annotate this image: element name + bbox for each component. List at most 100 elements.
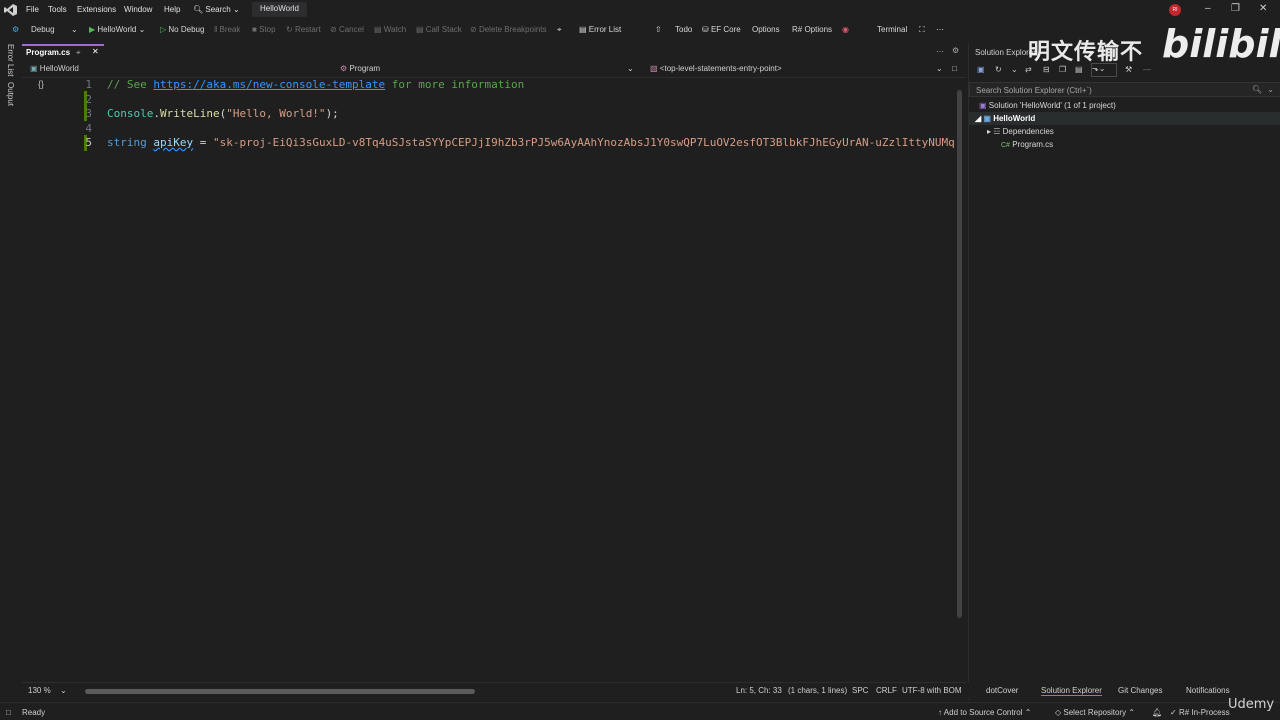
chevron-down-icon[interactable]: ⌄ xyxy=(627,64,634,73)
resharper-icon[interactable]: ◉ xyxy=(842,25,849,34)
tree-item-project[interactable]: ◢ ▣ HelloWorld xyxy=(975,114,1035,123)
comment-link[interactable]: https://aka.ms/new-console-template xyxy=(153,78,385,91)
menu-window[interactable]: Window xyxy=(124,5,152,14)
run-button[interactable]: ▶ HelloWorld ⌄ xyxy=(89,25,145,34)
close-button[interactable]: ✕ xyxy=(1259,3,1267,14)
class-selector[interactable]: ⚙ Program xyxy=(340,64,380,73)
more-icon[interactable]: ⋯ xyxy=(936,25,944,34)
menu-tools[interactable]: Tools xyxy=(48,5,67,14)
watch-label: Watch xyxy=(383,25,407,34)
collapse-all-icon[interactable]: ⊟ xyxy=(1043,65,1050,74)
expanded-chevron-icon: ◢ xyxy=(975,114,982,123)
solution-name-badge[interactable]: HelloWorld xyxy=(252,2,307,17)
comment-text: for more information xyxy=(385,78,525,91)
comment-text: // See xyxy=(107,78,154,91)
options-button[interactable]: Options xyxy=(752,25,780,34)
chevron-down-icon[interactable]: ⌄ xyxy=(1267,85,1274,94)
todo-button[interactable]: Todo xyxy=(675,25,692,34)
scrollbar-thumb[interactable] xyxy=(957,90,962,618)
project-selector[interactable]: ▣ HelloWorld xyxy=(30,64,79,73)
vertical-scrollbar[interactable] xyxy=(955,78,964,680)
whitespace-mode[interactable]: SPC xyxy=(852,686,868,695)
chevron-down-icon[interactable]: ⌄ xyxy=(71,25,78,34)
run-without-debug-button[interactable]: ▷ No Debug xyxy=(160,25,204,34)
editor-tab-strip: Program.cs ⌖ ✕ ⋯ ⚙ xyxy=(22,44,966,60)
ef-core-button[interactable]: ⛁ EF Core xyxy=(702,25,741,34)
cursor-position[interactable]: Ln: 5, Ch: 33 xyxy=(736,686,782,695)
stop-button[interactable]: ■ Stop xyxy=(252,25,276,34)
menu-help[interactable]: Help xyxy=(164,5,180,14)
output-side-tab[interactable]: Output xyxy=(6,82,15,106)
watch-button[interactable]: ▤ Watch xyxy=(374,25,406,34)
tab-solution-explorer[interactable]: Solution Explorer xyxy=(1041,686,1102,696)
csharp-file-icon: C# xyxy=(1001,142,1010,149)
wrench-icon[interactable]: ⚒ xyxy=(1125,65,1132,74)
search-menu[interactable]: 🔍︎ Search ⌄ xyxy=(193,5,240,14)
cancel-button[interactable]: ⊘ Cancel xyxy=(330,25,364,34)
menu-extensions[interactable]: Extensions xyxy=(77,5,116,14)
class-icon: ⚙ xyxy=(340,64,348,73)
tab-notifications[interactable]: Notifications xyxy=(1186,686,1230,695)
pin-icon[interactable]: ⌖ xyxy=(76,48,81,58)
line-ending[interactable]: CRLF xyxy=(876,686,897,695)
chevron-down-icon[interactable]: ⌄ xyxy=(1011,65,1018,74)
tab-program-cs[interactable]: Program.cs ⌖ ✕ xyxy=(22,44,104,60)
repository-label: Select Repository xyxy=(1063,708,1127,717)
config-select[interactable]: Debug xyxy=(31,25,55,34)
solution-bottom-tabs: dotCover Solution Explorer Git Changes N… xyxy=(968,682,1280,698)
maximize-button[interactable]: ❐ xyxy=(1231,3,1240,14)
call-stack-button[interactable]: ▤ Call Stack xyxy=(416,25,462,34)
visual-studio-logo-icon[interactable] xyxy=(4,4,17,16)
code-editor[interactable]: {} 1 2 3 4 5 // See https://aka.ms/new-c… xyxy=(22,78,955,680)
break-button[interactable]: ‖ Break xyxy=(214,25,240,34)
error-list-button[interactable]: ▤ Error List xyxy=(579,25,621,34)
resharper-status[interactable]: ✓ R# In-Process xyxy=(1170,708,1230,717)
tree-item-program-cs[interactable]: C# Program.cs xyxy=(1001,140,1053,149)
tab-git-changes[interactable]: Git Changes xyxy=(1118,686,1162,695)
chevron-down-icon[interactable]: ⌄ xyxy=(60,686,67,695)
fullscreen-icon[interactable]: ⛶ xyxy=(919,25,925,35)
bilibili-logo: bilibili xyxy=(1162,22,1280,66)
delete-breakpoints-button[interactable]: ⊘ Delete Breakpoints xyxy=(470,25,547,34)
source-control-button[interactable]: ↑ Add to Source Control ⌃ xyxy=(938,708,1031,717)
zoom-select[interactable]: 130 % xyxy=(28,686,51,695)
code-line-3[interactable]: Console.WriteLine("Hello, World!"); xyxy=(107,107,339,120)
preview-icon[interactable]: — xyxy=(1143,65,1151,74)
tree-item-dependencies[interactable]: ▸ ☲ Dependencies xyxy=(987,127,1054,136)
home-icon[interactable]: ▣ xyxy=(977,65,985,74)
show-all-files-icon[interactable]: ▤ xyxy=(1075,65,1083,74)
resharper-options-button[interactable]: R# Options xyxy=(792,25,832,34)
bell-icon[interactable]: 🔔︎ xyxy=(1152,708,1162,717)
search-icon: 🔍︎ xyxy=(1251,85,1262,94)
code-line-1[interactable]: // See https://aka.ms/new-console-templa… xyxy=(107,78,524,91)
tab-dotcover[interactable]: dotCover xyxy=(986,686,1018,695)
file-encoding[interactable]: UTF-8 with BOM xyxy=(902,686,962,695)
switch-views-icon[interactable]: ⇄ xyxy=(1025,65,1032,74)
gear-icon[interactable]: ⚙ xyxy=(12,25,19,34)
more-icon[interactable]: ⋯ xyxy=(936,47,944,56)
error-list-side-tab[interactable]: Error List xyxy=(6,44,15,76)
member-selector[interactable]: ▧ <top-level-statements-entry-point> xyxy=(650,64,782,73)
menu-file[interactable]: File xyxy=(26,5,39,14)
pin-icon[interactable]: ⌖ xyxy=(557,25,562,35)
avatar[interactable]: RI xyxy=(1169,4,1181,16)
split-editor-icon[interactable]: □ xyxy=(952,64,957,73)
minimize-button[interactable]: – xyxy=(1205,3,1211,14)
tree-item-solution[interactable]: ▣ Solution 'HelloWorld' (1 of 1 project) xyxy=(979,101,1116,110)
solution-search-input[interactable]: Search Solution Explorer (Ctrl+`) 🔍︎ ⌄ xyxy=(969,82,1280,97)
chevron-down-icon[interactable]: ⌄ xyxy=(936,64,943,73)
gear-icon[interactable]: ⚙ xyxy=(952,46,959,55)
close-icon[interactable]: ✕ xyxy=(92,47,99,56)
horizontal-scrollbar-thumb[interactable] xyxy=(85,689,475,694)
restart-button[interactable]: ↻ Restart xyxy=(286,25,321,34)
class-selector-label: Program xyxy=(349,64,381,73)
copy-icon[interactable]: ❐ xyxy=(1059,65,1066,74)
terminal-button[interactable]: Terminal xyxy=(877,25,907,34)
status-bar: □ Ready ↑ Add to Source Control ⌃ ◇ Sele… xyxy=(0,702,1280,720)
sync-icon[interactable]: ↻ xyxy=(995,65,1002,74)
code-line-5[interactable]: string apiKey = "sk-proj-EiQi3sGuxLD-v8T… xyxy=(107,136,955,149)
repository-button[interactable]: ◇ Select Repository ⌃ xyxy=(1055,708,1135,717)
share-icon[interactable]: ⇧ xyxy=(655,25,662,34)
navigation-bar: ▣ HelloWorld ⚙ Program ⌄ ▧ <top-level-st… xyxy=(22,61,966,78)
dependencies-icon: ☲ xyxy=(993,127,1001,136)
